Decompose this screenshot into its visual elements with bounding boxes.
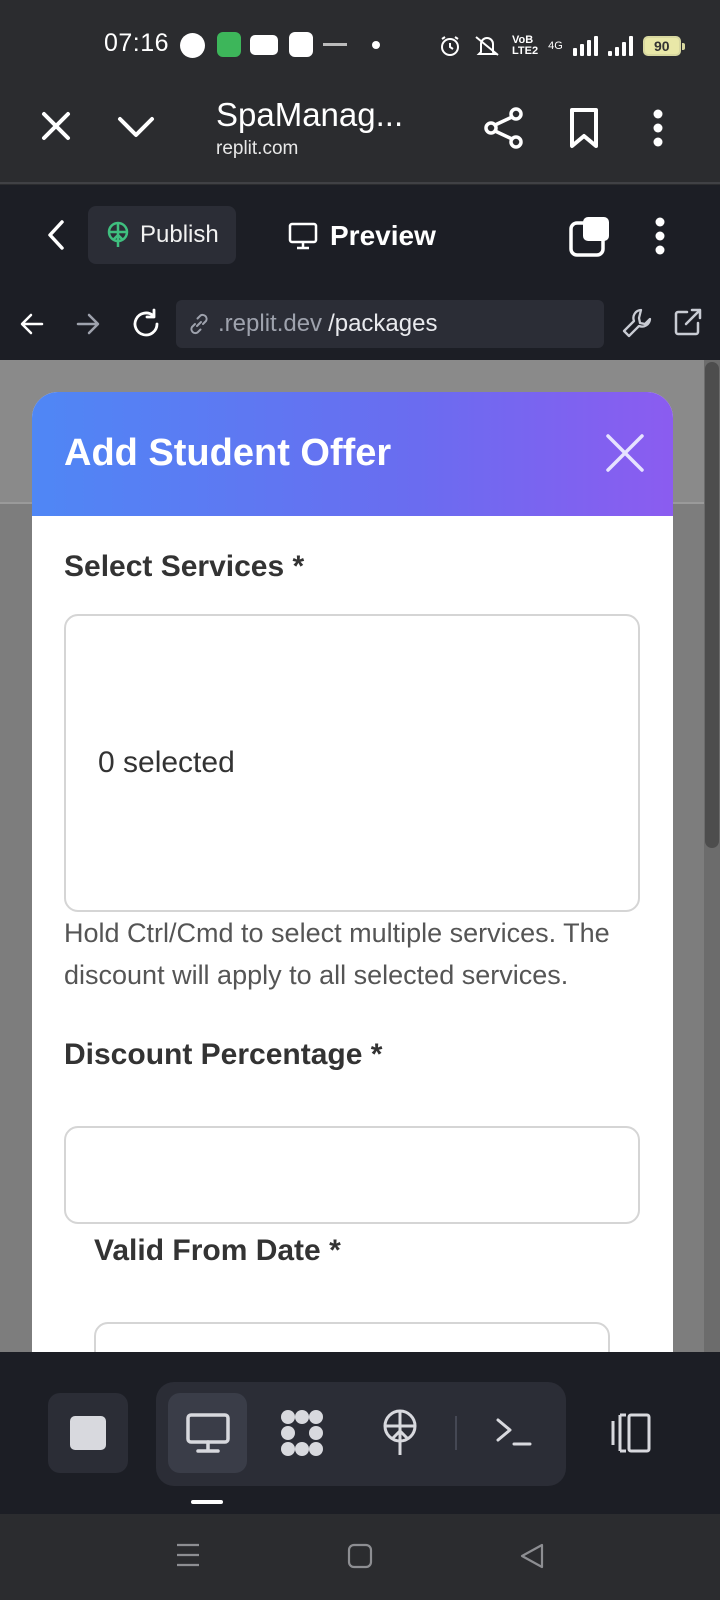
url-path: /packages [328,310,438,337]
preview-label: Preview [330,220,436,251]
tabs-icon[interactable] [568,214,612,258]
discount-label: Discount Percentage * [64,1038,383,1071]
layout-icon[interactable] [606,1410,658,1456]
wrench-icon[interactable] [620,306,654,340]
tab-title: SpaManag... [216,96,404,133]
status-icons: VoB LTE2 4G 90 [438,30,685,62]
valid-from-label: Valid From Date * [94,1234,341,1267]
add-student-offer-modal: Add Student Offer Select Services * 0 se… [32,392,673,1352]
url-input[interactable]: .replit.dev/packages [176,300,604,348]
chevron-down-icon[interactable] [116,112,156,142]
mute-icon [475,36,499,56]
agent-icon[interactable] [274,1405,330,1461]
recents-menu-icon[interactable] [176,1542,200,1568]
stop-button[interactable] [48,1393,128,1473]
tab-domain: replit.com [216,138,299,159]
modal-close-icon[interactable] [604,432,646,474]
dock-preview-tab[interactable] [168,1393,247,1473]
services-hint: Hold Ctrl/Cmd to select multiple service… [64,918,610,990]
shell-icon[interactable] [492,1412,536,1452]
link-icon [190,313,208,335]
bookmark-icon[interactable] [566,106,602,150]
replit-more-icon[interactable] [654,216,666,256]
battery-icon: 90 [642,36,685,56]
nav-forward-icon[interactable] [74,310,102,338]
publish-button[interactable]: Publish [88,206,236,264]
preview-button[interactable]: Preview [288,212,436,260]
modal-title: Add Student Offer [64,432,392,474]
share-icon[interactable] [482,106,526,150]
scrollbar[interactable] [704,360,720,1352]
nav-back-icon[interactable] [18,310,46,338]
dock-divider [455,1416,457,1450]
app-icon-small [323,43,347,46]
publish-label: Publish [140,221,219,248]
web-content: Add Student Offer Select Services * 0 se… [0,360,720,1352]
modal-header: Add Student Offer [32,392,673,516]
signal-icon [607,36,633,56]
services-select[interactable]: 0 selected [64,614,640,912]
youtube-icon [250,35,278,55]
monitor-icon [185,1413,230,1453]
alarm-icon [441,36,459,56]
signal-icon [572,36,598,56]
publish-dock-icon[interactable] [376,1405,424,1461]
home-indicator [191,1500,223,1504]
publish-icon [107,221,129,247]
stop-icon [70,1416,106,1450]
more-vert-icon[interactable] [652,108,664,148]
valid-from-date-input[interactable] [94,1322,610,1352]
services-selected-count: 0 selected [98,746,235,779]
s-app-icon [289,32,313,57]
monitor-icon [288,222,318,250]
close-icon[interactable] [38,108,74,144]
services-label: Select Services * [64,550,305,583]
message-icon [180,33,205,58]
reload-icon[interactable] [130,308,162,340]
network-type: 4G [548,40,563,52]
volte-icon: VoB LTE2 [512,34,539,57]
back-chevron-icon[interactable] [44,218,68,252]
notification-dot [372,41,380,49]
open-external-icon[interactable] [672,306,704,338]
status-time: 07:16 [104,29,170,57]
app-icon [217,32,241,57]
scroll-thumb[interactable] [705,362,719,848]
discount-percentage-input[interactable] [64,1126,640,1224]
url-host: .replit.dev [218,310,323,337]
back-triangle-icon[interactable] [518,1542,546,1570]
home-button-icon[interactable] [347,1543,373,1569]
